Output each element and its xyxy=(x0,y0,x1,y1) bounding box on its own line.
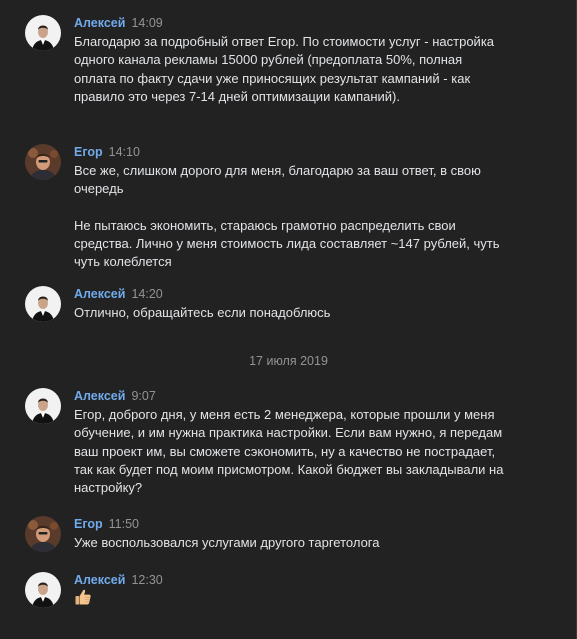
message-time[interactable]: 14:20 xyxy=(131,287,162,301)
avatar-egor-image xyxy=(25,516,61,552)
thumbs-up-icon xyxy=(75,589,91,605)
message-paragraph: Благодарю за подробный ответ Егор. По ст… xyxy=(74,34,495,104)
message-time[interactable]: 14:09 xyxy=(131,16,162,30)
avatar-aleksey[interactable] xyxy=(25,388,61,424)
avatar-egor[interactable] xyxy=(25,144,61,180)
message-header: Егор 11:50 xyxy=(74,516,139,532)
avatar-aleksey-image xyxy=(25,572,61,608)
avatar-aleksey-image xyxy=(25,15,61,51)
message-time[interactable]: 9:07 xyxy=(131,389,155,403)
message-time[interactable]: 11:50 xyxy=(109,517,139,531)
author-name[interactable]: Алексей xyxy=(74,389,125,403)
message-header: Егор 14:10 xyxy=(74,144,140,160)
message-text: Уже воспользовался услугами другого тарг… xyxy=(74,534,504,552)
message-header: Алексей 9:07 xyxy=(74,388,156,404)
message-paragraph: Уже воспользовался услугами другого тарг… xyxy=(74,535,380,550)
message-text: Егор, доброго дня, у меня есть 2 менедже… xyxy=(74,406,504,497)
message-paragraph: Отлично, обращайтесь если понадоблюсь xyxy=(74,305,331,320)
author-name[interactable]: Алексей xyxy=(74,287,125,301)
message-time[interactable]: 14:10 xyxy=(109,145,140,159)
avatar-aleksey[interactable] xyxy=(25,286,61,322)
avatar-aleksey-image xyxy=(25,388,61,424)
message-paragraph: Не пытаюсь экономить, стараюсь грамотно … xyxy=(74,217,500,270)
author-name[interactable]: Егор xyxy=(74,517,103,531)
date-separator: 17 июля 2019 xyxy=(249,354,328,368)
author-name[interactable]: Егор xyxy=(74,145,103,159)
author-name[interactable]: Алексей xyxy=(74,573,125,587)
message-header: Алексей 12:30 xyxy=(74,572,163,588)
avatar-egor[interactable] xyxy=(25,516,61,552)
message-text: Благодарю за подробный ответ Егор. По ст… xyxy=(74,33,504,106)
message-time[interactable]: 12:30 xyxy=(131,573,162,587)
message-text: Все же, слишком дорого для меня, благода… xyxy=(74,162,504,271)
avatar-aleksey-image xyxy=(25,286,61,322)
avatar-aleksey[interactable] xyxy=(25,15,61,51)
message-paragraph: Все же, слишком дорого для меня, благода… xyxy=(74,163,481,197)
message-text: Отлично, обращайтесь если понадоблюсь xyxy=(74,304,504,322)
avatar-egor-image xyxy=(25,144,61,180)
author-name[interactable]: Алексей xyxy=(74,16,125,30)
chat-history: Алексей 14:09 Благодарю за подробный отве… xyxy=(0,0,577,639)
message-header: Алексей 14:09 xyxy=(74,15,163,31)
message-paragraph: Егор, доброго дня, у меня есть 2 менедже… xyxy=(74,407,504,496)
message-header: Алексей 14:20 xyxy=(74,286,163,302)
avatar-aleksey[interactable] xyxy=(25,572,61,608)
